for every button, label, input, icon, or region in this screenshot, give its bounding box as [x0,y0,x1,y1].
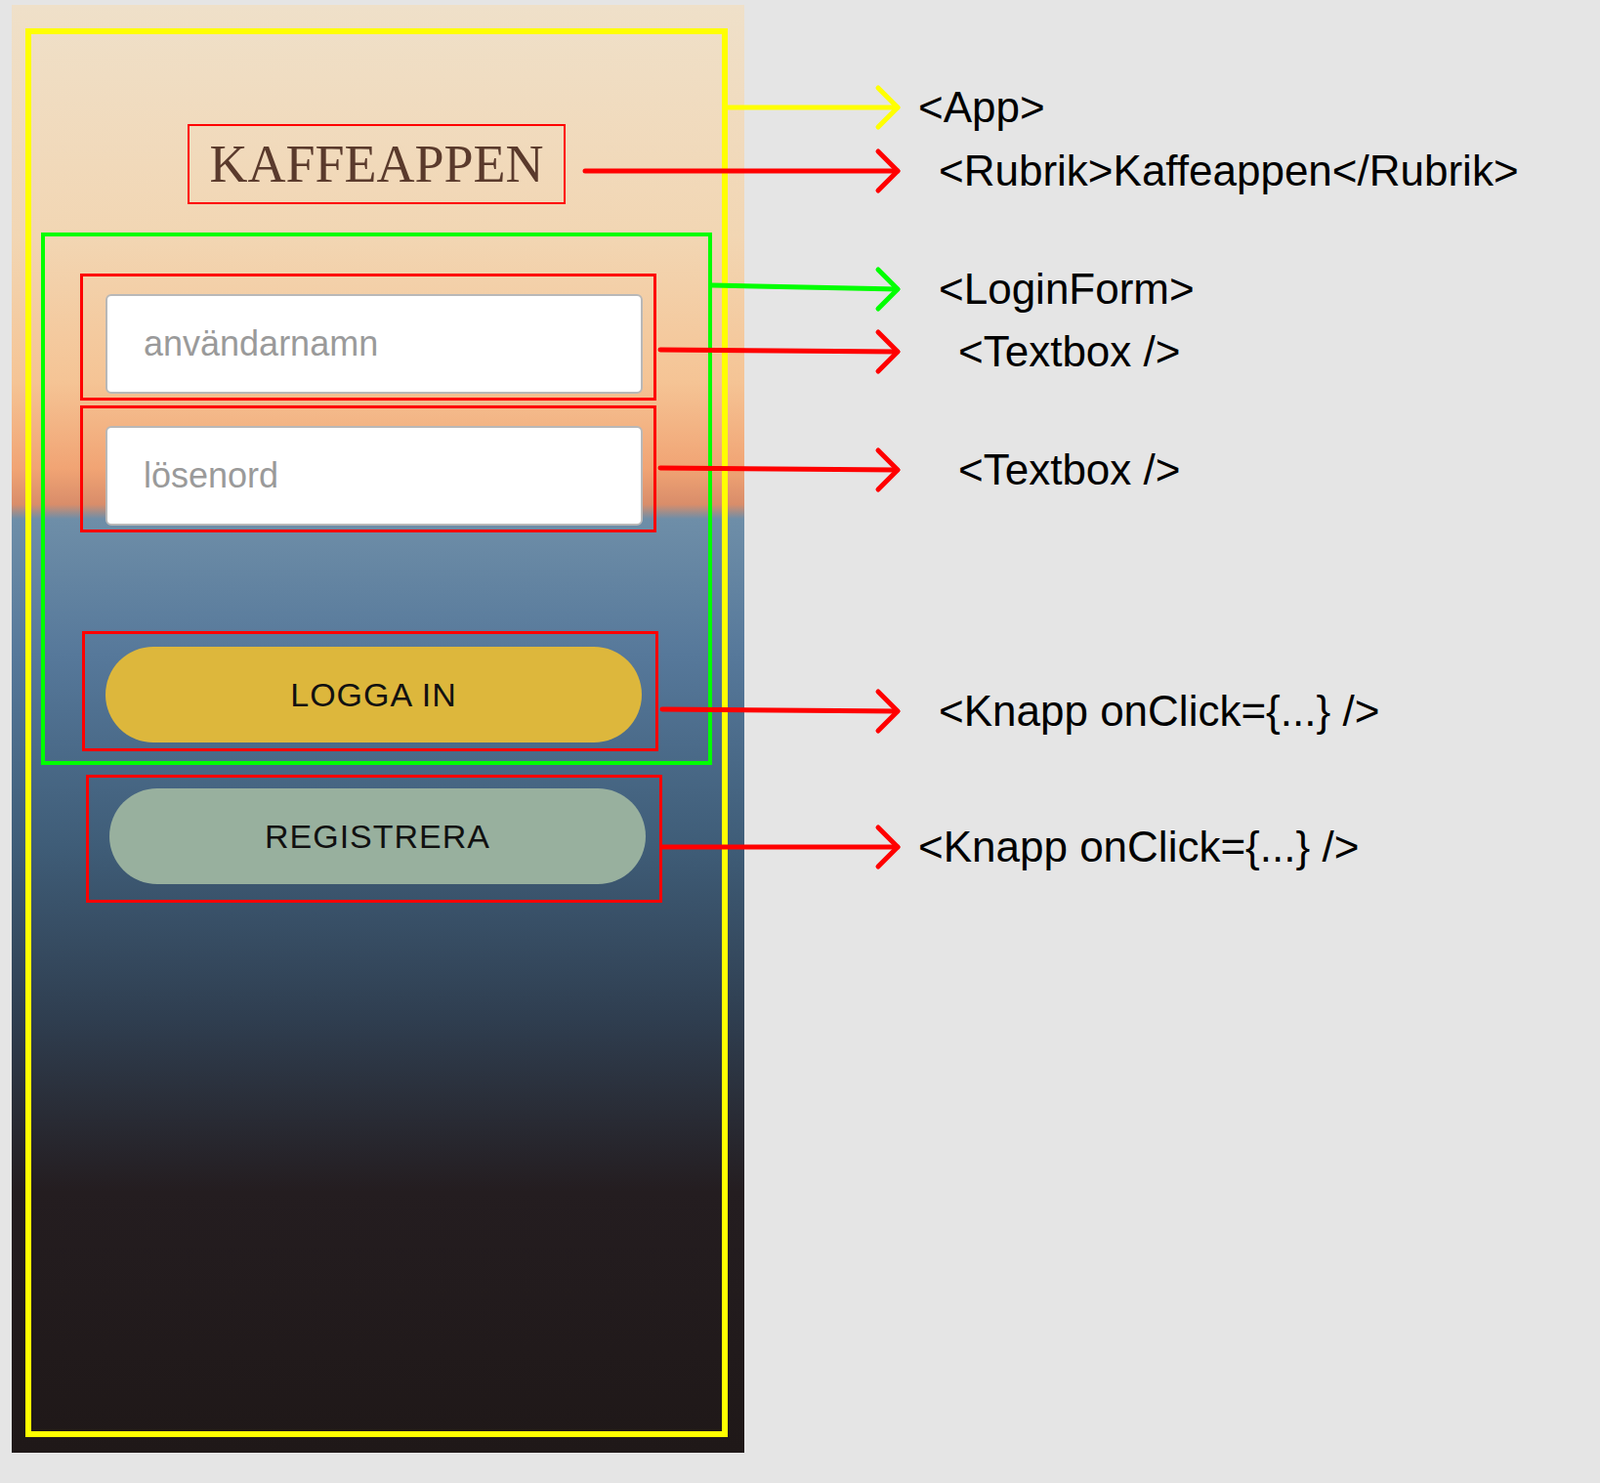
button-frame: REGISTRERA [85,774,663,903]
textbox[interactable] [105,294,643,394]
rubrik: KAFFEAPPEN [209,137,544,191]
component-label: <Textbox /> [958,326,1180,378]
arrow-icon [727,87,898,127]
arrows [0,0,1600,1483]
component-label: <Knapp onClick={...} /> [918,821,1359,873]
arrow-icon [662,827,898,867]
knapp-button[interactable]: LOGGA IN [105,646,642,743]
knapp-button[interactable]: REGISTRERA [109,788,646,885]
arrow-icon [660,450,898,490]
phone-screen: KAFFEAPPEN LOGGA IN REGISTRERA [11,4,745,1453]
component-label: <App> [918,82,1046,133]
diagram: KAFFEAPPEN LOGGA IN REGISTRERA <App> <Rubrik… [0,0,1600,1483]
register-wrap: REGISTRERA [85,774,663,903]
password-wrap [80,405,657,533]
textbox-frame [80,405,657,533]
textbox-frame [80,273,657,401]
button-frame: LOGGA IN [82,631,659,752]
component-label: <Textbox /> [958,444,1180,496]
rubrik-box: KAFFEAPPEN [187,124,565,205]
component-label: <Knapp onClick={...} /> [938,685,1380,737]
app-box: KAFFEAPPEN LOGGA IN REGISTRERA [25,28,728,1437]
login-form-box: LOGGA IN [41,232,713,765]
username-wrap [80,273,657,401]
arrow-icon [712,269,898,309]
login-wrap: LOGGA IN [82,631,659,752]
arrow-icon [585,151,898,191]
component-label: <LoginForm> [938,263,1195,315]
arrow-icon [662,691,898,731]
component-label: <Rubrik>Kaffeappen</Rubrik> [938,145,1519,197]
arrow-icon [660,332,898,372]
textbox[interactable] [105,425,643,526]
